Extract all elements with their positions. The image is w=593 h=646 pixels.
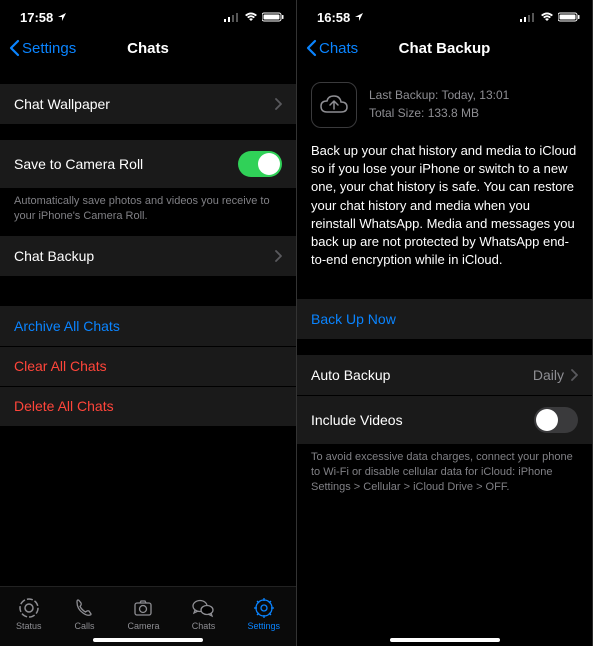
back-label: Settings [22,40,76,57]
backup-description: Back up your chat history and media to i… [297,142,592,283]
last-backup-text: Last Backup: Today, 13:01 [369,86,509,104]
data-charges-footer: To avoid excessive data charges, connect… [297,444,592,501]
chevron-right-icon [274,250,282,262]
location-icon [354,12,364,22]
row-label: Back Up Now [311,311,396,327]
chevron-left-icon [305,39,317,57]
back-label: Chats [319,40,358,57]
cloud-icon [311,82,357,128]
tab-label: Settings [247,621,280,631]
clear-all-chats-button[interactable]: Clear All Chats [0,346,296,386]
backup-header: Last Backup: Today, 13:01 Total Size: 13… [297,68,592,142]
tab-calls[interactable]: Calls [73,597,95,631]
tab-chats[interactable]: Chats [191,597,215,631]
delete-all-chats-button[interactable]: Delete All Chats [0,386,296,426]
tab-camera[interactable]: Camera [127,597,159,631]
chat-backup-row[interactable]: Chat Backup [0,236,296,276]
status-time: 17:58 [20,10,53,25]
tab-settings[interactable]: Settings [247,597,280,631]
back-button[interactable]: Settings [8,39,76,57]
auto-backup-row[interactable]: Auto Backup Daily [297,355,592,395]
row-label: Chat Wallpaper [14,96,110,112]
signal-icon [520,12,536,22]
back-button[interactable]: Chats [305,39,358,57]
back-up-now-button[interactable]: Back Up Now [297,299,592,339]
battery-icon [262,12,284,22]
row-label: Chat Backup [14,248,94,264]
row-label: Archive All Chats [14,318,120,334]
tab-label: Chats [192,621,216,631]
tab-label: Calls [74,621,94,631]
include-videos-row: Include Videos [297,395,592,444]
page-title: Chat Backup [399,40,491,57]
tab-label: Camera [127,621,159,631]
home-indicator[interactable] [390,638,500,642]
include-videos-toggle[interactable] [534,407,578,433]
status-bar: 17:58 [0,0,296,28]
chevron-right-icon [570,369,578,381]
gear-icon [253,597,275,619]
row-label: Include Videos [311,412,403,428]
row-label: Clear All Chats [14,358,107,374]
save-camera-roll-row: Save to Camera Roll [0,140,296,188]
total-size-text: Total Size: 133.8 MB [369,104,509,122]
home-indicator[interactable] [93,638,203,642]
chevron-right-icon [274,98,282,110]
nav-bar: Settings Chats [0,28,296,68]
row-label: Delete All Chats [14,398,114,414]
signal-icon [224,12,240,22]
chat-wallpaper-row[interactable]: Chat Wallpaper [0,84,296,124]
camera-icon [132,597,154,619]
phone-icon [73,597,95,619]
status-icon [18,597,40,619]
row-label: Auto Backup [311,367,390,383]
tab-label: Status [16,621,42,631]
auto-backup-value: Daily [533,367,564,383]
nav-bar: Chats Chat Backup [297,28,592,68]
chevron-left-icon [8,39,20,57]
wifi-icon [244,12,258,22]
location-icon [57,12,67,22]
tab-bar: Status Calls Camera Chats Settings [0,586,296,646]
save-camera-roll-toggle[interactable] [238,151,282,177]
tab-status[interactable]: Status [16,597,42,631]
page-title: Chats [127,40,169,57]
archive-all-chats-button[interactable]: Archive All Chats [0,306,296,346]
battery-icon [558,12,580,22]
row-label: Save to Camera Roll [14,156,143,172]
status-bar: 16:58 [297,0,592,28]
chats-icon [191,597,215,619]
status-time: 16:58 [317,10,350,25]
wifi-icon [540,12,554,22]
camera-roll-footer: Automatically save photos and videos you… [0,188,296,230]
